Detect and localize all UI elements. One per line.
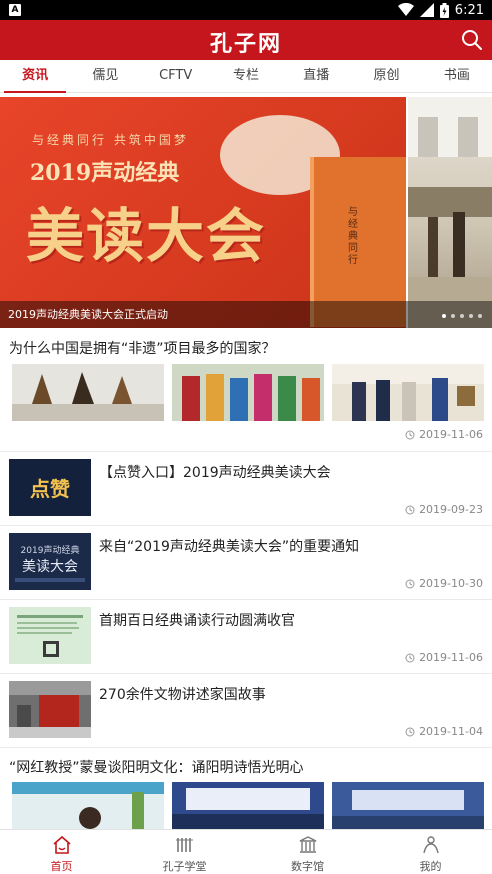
nav-home[interactable]: 首页 bbox=[0, 830, 123, 874]
banner-next-slide[interactable] bbox=[408, 97, 492, 328]
article-date: 2019-10-30 bbox=[405, 577, 483, 590]
nav-digital-museum[interactable]: 数字馆 bbox=[246, 830, 369, 874]
clock-icon bbox=[405, 653, 415, 662]
nav-school-label: 孔子学堂 bbox=[162, 860, 207, 873]
app-header: 孔子网 bbox=[0, 20, 492, 60]
divider bbox=[0, 673, 492, 674]
gallery-images[interactable] bbox=[12, 364, 484, 421]
nav-profile-label: 我的 bbox=[419, 860, 442, 873]
battery-icon bbox=[439, 2, 449, 18]
carousel-dot bbox=[460, 314, 464, 318]
article-date: 2019-11-06 bbox=[405, 651, 483, 664]
date-text: 2019-11-06 bbox=[419, 651, 483, 664]
date-text: 2019-11-04 bbox=[419, 725, 483, 738]
nav-school[interactable]: 孔子学堂 bbox=[123, 830, 246, 874]
home-icon bbox=[52, 835, 71, 854]
article-thumbnail[interactable]: 2019声动经典 美读大会 bbox=[9, 533, 91, 590]
article-image[interactable] bbox=[172, 782, 324, 829]
search-icon[interactable] bbox=[460, 28, 484, 52]
nav-home-label: 首页 bbox=[50, 860, 73, 873]
building-icon bbox=[299, 836, 316, 853]
carousel-dot bbox=[451, 314, 455, 318]
thumb-label: 点赞 bbox=[30, 477, 70, 501]
carousel-dot bbox=[469, 314, 473, 318]
article-image[interactable] bbox=[332, 364, 484, 421]
wifi-icon bbox=[397, 3, 414, 16]
clock-icon bbox=[405, 727, 415, 736]
article-image[interactable] bbox=[172, 364, 324, 421]
signal-icon bbox=[419, 3, 434, 17]
tab-news[interactable]: 资讯 bbox=[0, 60, 70, 93]
tab-column[interactable]: 专栏 bbox=[211, 60, 281, 92]
article-date: 2019-11-06 bbox=[405, 428, 483, 441]
article-title[interactable]: “网红教授”蒙曼谈阳明文化：诵阳明诗悟光明心 bbox=[9, 757, 304, 777]
gallery-images[interactable] bbox=[12, 782, 484, 829]
nav-digital-museum-label: 数字馆 bbox=[291, 860, 324, 873]
article-title[interactable]: 【点赞入口】2019声动经典美读大会 bbox=[99, 462, 331, 482]
carousel-dot bbox=[442, 314, 446, 318]
date-text: 2019-10-30 bbox=[419, 577, 483, 590]
banner-slide[interactable]: 与经典同行 共筑中国梦 2019声动经典 美读大会 与经典同行 bbox=[0, 97, 406, 328]
article-title[interactable]: 为什么中国是拥有“非遗”项目最多的国家？ bbox=[9, 338, 276, 358]
article-thumbnail[interactable] bbox=[9, 681, 91, 738]
clock-icon bbox=[405, 430, 415, 439]
divider bbox=[0, 525, 492, 526]
carousel-indicator bbox=[442, 314, 482, 318]
status-icons: 6:21 bbox=[397, 2, 484, 18]
date-text: 2019-09-23 bbox=[419, 503, 483, 516]
divider bbox=[0, 599, 492, 600]
category-tabs: 资讯 儒见 CFTV 专栏 直播 原创 书画 bbox=[0, 60, 492, 93]
tab-live[interactable]: 直播 bbox=[281, 60, 351, 92]
clock-icon bbox=[405, 505, 415, 514]
banner-title: 美读大会 bbox=[26, 202, 267, 270]
banner-subtitle: 2019声动经典 bbox=[30, 160, 180, 186]
thumb-label: 美读大会 bbox=[22, 558, 78, 575]
article-date: 2019-09-23 bbox=[405, 503, 483, 516]
article-title[interactable]: 首期百日经典诵读行动圆满收官 bbox=[99, 610, 295, 630]
clock: 6:21 bbox=[454, 2, 484, 18]
divider bbox=[0, 451, 492, 452]
article-thumbnail[interactable]: 点赞 bbox=[9, 459, 91, 516]
article-title[interactable]: 来自“2019声动经典美读大会”的重要通知 bbox=[99, 536, 359, 556]
banner-caption: 2019声动经典美读大会正式启动 bbox=[8, 308, 168, 321]
banner-carousel[interactable]: 与经典同行 共筑中国梦 2019声动经典 美读大会 与经典同行 2019声动经典… bbox=[0, 97, 492, 328]
date-text: 2019-11-06 bbox=[419, 428, 483, 441]
bamboo-scroll-icon bbox=[175, 838, 193, 852]
article-image[interactable] bbox=[332, 782, 484, 829]
app-notification-icon: A bbox=[9, 4, 21, 16]
banner-slogan: 与经典同行 共筑中国梦 bbox=[32, 133, 189, 147]
article-image[interactable] bbox=[12, 364, 164, 421]
article-title[interactable]: 270余件文物讲述家国故事 bbox=[99, 684, 266, 704]
exhibition-photo bbox=[408, 97, 492, 328]
tab-cftv[interactable]: CFTV bbox=[141, 60, 211, 92]
article-image[interactable] bbox=[12, 782, 164, 829]
thumb-label: 2019声动经典 bbox=[21, 544, 80, 556]
bottom-nav: 首页 孔子学堂 数字馆 我的 bbox=[0, 829, 492, 874]
user-icon bbox=[422, 836, 439, 854]
divider bbox=[0, 747, 492, 748]
tab-original[interactable]: 原创 bbox=[351, 60, 421, 92]
status-bar: A 6:21 bbox=[0, 0, 492, 20]
nav-profile[interactable]: 我的 bbox=[369, 830, 492, 874]
tab-rujian[interactable]: 儒见 bbox=[70, 60, 140, 92]
carousel-dot bbox=[478, 314, 482, 318]
app-logo: 孔子网 bbox=[209, 31, 282, 57]
banner-book-text: 与经典同行 bbox=[348, 207, 358, 266]
article-thumbnail[interactable] bbox=[9, 607, 91, 664]
article-date: 2019-11-04 bbox=[405, 725, 483, 738]
clock-icon bbox=[405, 579, 415, 588]
tab-calligraphy[interactable]: 书画 bbox=[422, 60, 492, 92]
